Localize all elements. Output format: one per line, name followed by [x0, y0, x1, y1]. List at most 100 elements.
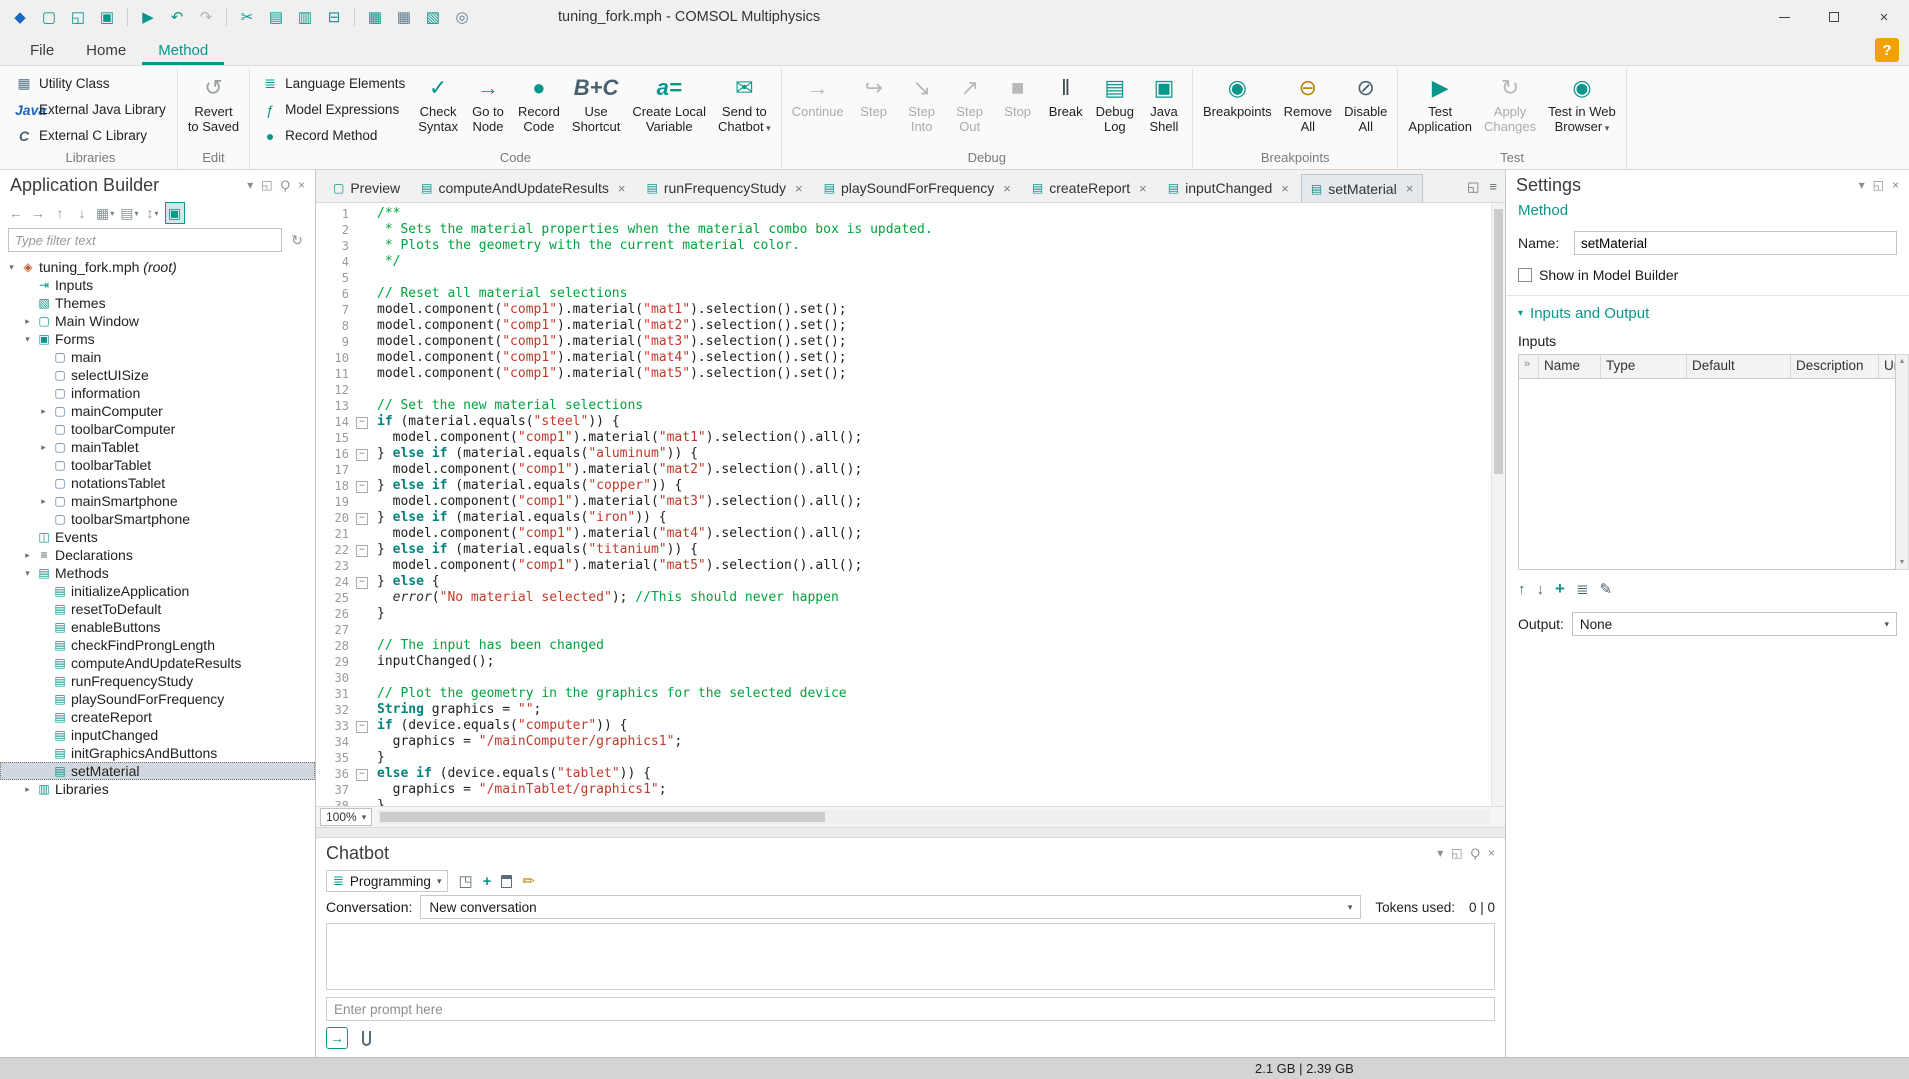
pin-icon[interactable]: Ϙ: [1471, 846, 1480, 860]
tree-item-maintablet[interactable]: ▸▢mainTablet: [0, 438, 315, 456]
ribbon-button-external-c-library[interactable]: CExternal C Library: [9, 123, 172, 148]
tree-item-resettodefault[interactable]: ▤resetToDefault: [0, 600, 315, 618]
expand-toggle-icon[interactable]: ▾: [4, 262, 19, 273]
ribbon-button-model-expressions[interactable]: ƒModel Expressions: [255, 97, 411, 122]
table-icon[interactable]: ▦: [363, 5, 387, 29]
tree-item-declarations[interactable]: ▸≡Declarations: [0, 546, 315, 564]
expand-toggle-icon[interactable]: ▸: [36, 442, 51, 453]
code-line[interactable]: 29inputChanged();: [316, 654, 1505, 670]
sort-icon[interactable]: ↕▾: [143, 202, 163, 224]
close-tab-icon[interactable]: ×: [1281, 181, 1289, 196]
collapse-icon[interactable]: ▾: [1437, 846, 1443, 860]
redo-icon[interactable]: ↷: [194, 5, 218, 29]
ribbon-button-language-elements[interactable]: ≣Language Elements: [255, 71, 411, 96]
checkbox-icon[interactable]: [1518, 268, 1532, 282]
code-line[interactable]: 4 */: [316, 254, 1505, 270]
ribbon-button-use-shortcut[interactable]: B+CUse Shortcut: [567, 68, 625, 134]
chart-icon[interactable]: ▧: [421, 5, 445, 29]
collapse-icon[interactable]: ▾: [1859, 178, 1865, 192]
move-up-icon[interactable]: ↑: [50, 202, 70, 224]
code-line[interactable]: 37 graphics = "/mainTablet/graphics1";: [316, 782, 1505, 798]
edit-button[interactable]: ✎: [1600, 580, 1613, 598]
code-line[interactable]: 33if (device.equals("computer")) {: [316, 718, 1505, 734]
tree-item-methods[interactable]: ▾▤Methods: [0, 564, 315, 582]
close-tab-icon[interactable]: ×: [1406, 181, 1414, 196]
fold-marker-icon[interactable]: [354, 542, 370, 558]
move-up-button[interactable]: ↑: [1518, 581, 1526, 598]
column-header-description[interactable]: Description: [1791, 355, 1879, 378]
ribbon-button-apply-changes[interactable]: ↻Apply Changes: [1479, 68, 1541, 134]
editor-tab-preview[interactable]: ▢Preview: [324, 174, 409, 202]
tree-item-playsoundforfrequency[interactable]: ▤playSoundForFrequency: [0, 690, 315, 708]
tree-item-toolbartablet[interactable]: ▢toolbarTablet: [0, 456, 315, 474]
view-columns-icon[interactable]: ▤▾: [118, 202, 140, 224]
code-line[interactable]: 10model.component("comp1").material("mat…: [316, 350, 1505, 366]
editor-vertical-scrollbar[interactable]: [1491, 203, 1505, 806]
code-line[interactable]: 38}: [316, 798, 1505, 806]
open-icon[interactable]: ◱: [66, 5, 90, 29]
code-line[interactable]: 6// Reset all material selections: [316, 286, 1505, 302]
tree-item-main-window[interactable]: ▸▢Main Window: [0, 312, 315, 330]
fold-marker-icon[interactable]: [354, 574, 370, 590]
code-line[interactable]: 18} else if (material.equals("copper")) …: [316, 478, 1505, 494]
editor-tab-runfrequencystudy[interactable]: ▤runFrequencyStudy×: [638, 174, 812, 202]
expand-toggle-icon[interactable]: ▸: [20, 784, 35, 795]
restore-pane-icon[interactable]: ◱: [1467, 179, 1479, 195]
code-line[interactable]: 3 * Plots the geometry with the current …: [316, 238, 1505, 254]
inputs-table-body[interactable]: [1519, 379, 1895, 569]
code-line[interactable]: 21 model.component("comp1").material("ma…: [316, 526, 1505, 542]
table-scrollbar[interactable]: ▲ ▼: [1896, 354, 1909, 570]
fold-marker-icon[interactable]: [354, 414, 370, 430]
code-line[interactable]: 26}: [316, 606, 1505, 622]
show-in-model-builder-option[interactable]: Show in Model Builder: [1506, 259, 1909, 289]
editor-tab-playsoundforfrequency[interactable]: ▤playSoundForFrequency×: [815, 174, 1020, 202]
expand-toggle-icon[interactable]: ▾: [20, 334, 35, 345]
ribbon-button-revert-to-saved[interactable]: ↺Revert to Saved: [183, 68, 244, 134]
close-tab-icon[interactable]: ×: [1139, 181, 1147, 196]
fold-marker-icon[interactable]: [354, 510, 370, 526]
grid-icon[interactable]: ▦: [392, 5, 416, 29]
code-line[interactable]: 35}: [316, 750, 1505, 766]
tree-item-information[interactable]: ▢information: [0, 384, 315, 402]
code-line[interactable]: 34 graphics = "/mainComputer/graphics1";: [316, 734, 1505, 750]
ribbon-button-break[interactable]: ‖Break: [1043, 68, 1089, 119]
code-line[interactable]: 16} else if (material.equals("aluminum")…: [316, 446, 1505, 462]
forward-icon[interactable]: →: [28, 202, 48, 224]
code-line[interactable]: 11model.component("comp1").material("mat…: [316, 366, 1505, 382]
code-editor[interactable]: 1/**2 * Sets the material properties whe…: [316, 203, 1505, 806]
float-icon[interactable]: ◱: [1873, 178, 1884, 192]
close-icon[interactable]: ×: [1892, 178, 1899, 192]
app-logo-icon[interactable]: ◆: [8, 5, 32, 29]
view-grid-icon[interactable]: ▦▾: [94, 202, 116, 224]
ribbon-button-record-method[interactable]: ●Record Method: [255, 123, 411, 148]
code-line[interactable]: 31// Plot the geometry in the graphics f…: [316, 686, 1505, 702]
tree-item-selectuisize[interactable]: ▢selectUISize: [0, 366, 315, 384]
show-model-builder-toggle[interactable]: ▣: [165, 202, 185, 224]
code-line[interactable]: 24} else {: [316, 574, 1505, 590]
fold-marker-icon[interactable]: [354, 478, 370, 494]
code-line[interactable]: 14if (material.equals("steel")) {: [316, 414, 1505, 430]
expand-toggle-icon[interactable]: ▸: [36, 496, 51, 507]
tree-item-initgraphicsandbuttons[interactable]: ▤initGraphicsAndButtons: [0, 744, 315, 762]
zoom-icon[interactable]: ◎: [450, 5, 474, 29]
section-inputs-and-output[interactable]: ▾ Inputs and Output: [1506, 295, 1909, 326]
code-line[interactable]: 20} else if (material.equals("iron")) {: [316, 510, 1505, 526]
tree-item-main[interactable]: ▢main: [0, 348, 315, 366]
editor-tab-createreport[interactable]: ▤createReport×: [1023, 174, 1156, 202]
ribbon-button-external-java-library[interactable]: JavaExternal Java Library: [9, 97, 172, 122]
fold-marker-icon[interactable]: [354, 766, 370, 782]
refresh-icon[interactable]: ↻: [287, 229, 307, 251]
tree-item-maincomputer[interactable]: ▸▢mainComputer: [0, 402, 315, 420]
code-line[interactable]: 27: [316, 622, 1505, 638]
ribbon-button-disable-all[interactable]: ⊘Disable All: [1339, 68, 1392, 134]
prompt-input[interactable]: [326, 997, 1495, 1021]
code-line[interactable]: 12: [316, 382, 1505, 398]
code-line[interactable]: 2 * Sets the material properties when th…: [316, 222, 1505, 238]
code-line[interactable]: 7model.component("comp1").material("mat1…: [316, 302, 1505, 318]
help-button[interactable]: ?: [1875, 38, 1899, 62]
expand-toggle-icon[interactable]: ▾: [20, 568, 35, 579]
run-icon[interactable]: ▶: [136, 5, 160, 29]
new-file-icon[interactable]: ▢: [37, 5, 61, 29]
ribbon-button-create-local-variable[interactable]: a=Create Local Variable: [627, 68, 711, 134]
tree-item-toolbarsmartphone[interactable]: ▢toolbarSmartphone: [0, 510, 315, 528]
